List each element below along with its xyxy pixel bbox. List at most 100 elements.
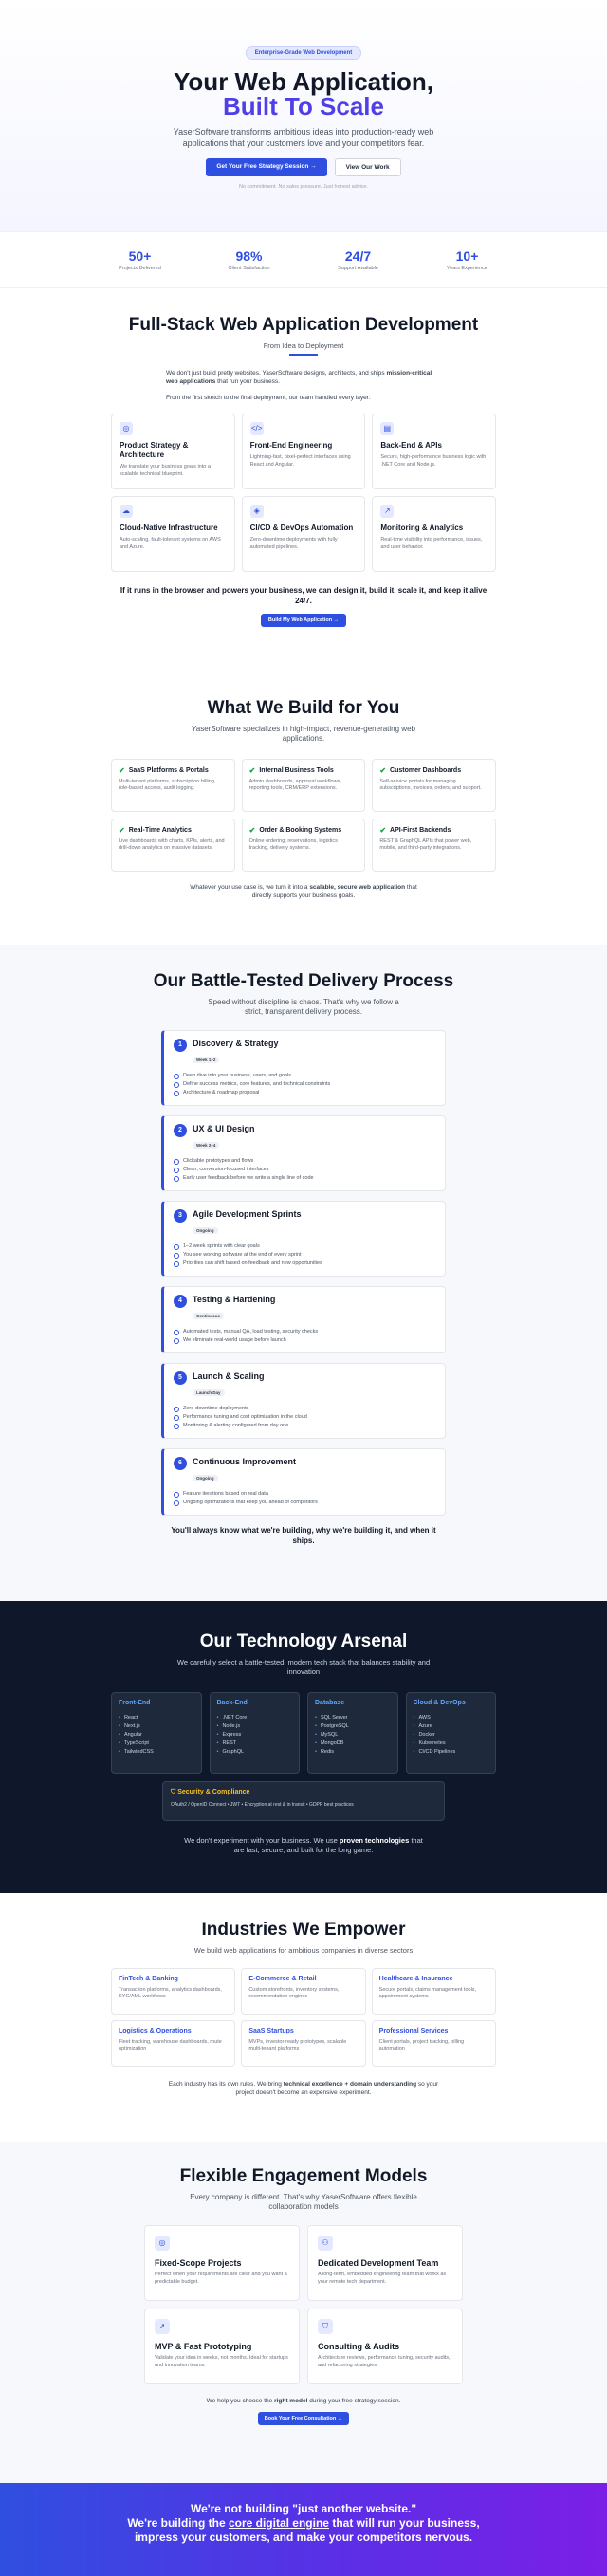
service-card-title: Front-End Engineering bbox=[249, 441, 333, 450]
engagement-card-title: Consulting & Audits bbox=[318, 2342, 400, 2351]
step-heading: Continuous Improvement Ongoing bbox=[193, 1457, 296, 1484]
circle-icon bbox=[174, 1500, 179, 1506]
engagement-card: ◎ Fixed-Scope Projects Perfect when your r… bbox=[144, 2225, 300, 2301]
circle-icon bbox=[174, 1423, 179, 1429]
service-card-title: CI/CD & DevOps Automation bbox=[249, 524, 354, 532]
tech-item: Azure bbox=[414, 1722, 489, 1731]
build-card: ✔ Customer Dashboards Self-service portals… bbox=[372, 759, 496, 812]
tech-item: AWS bbox=[414, 1714, 489, 1722]
step-heading: UX & UI Design Week 2–4 bbox=[193, 1124, 255, 1151]
step-title: Testing & Hardening bbox=[193, 1295, 276, 1304]
tech-column: Back-End .NET CoreNode.jsExpressRESTGraph… bbox=[209, 1692, 300, 1774]
fullstack-section: Full-Stack Web Application Development F… bbox=[0, 288, 607, 672]
step-item-text: Ongoing optimizations that keep you ahea… bbox=[183, 1500, 318, 1505]
industries-closing: Each industry has its own rules. We brin… bbox=[166, 2080, 441, 2097]
step-item-text: Feature iterations based on real data bbox=[183, 1491, 268, 1497]
circle-icon bbox=[174, 1260, 179, 1267]
build-card-desc: REST & GraphQL APIs that power web, mobi… bbox=[379, 838, 472, 851]
tech-item: CI/CD Pipelines bbox=[414, 1748, 489, 1757]
security-card: ⛉ Security & Compliance OAuth2 / OpenID … bbox=[162, 1781, 445, 1821]
build-card-desc: Admin dashboards, approval workflows, re… bbox=[248, 779, 341, 791]
view-work-button[interactable]: View Our Work bbox=[334, 158, 401, 176]
process-step: 5 Launch & Scaling Launch Day Zero-downt… bbox=[161, 1363, 446, 1439]
step-heading: Launch & Scaling Launch Day bbox=[193, 1371, 265, 1399]
build-title: What We Build for You bbox=[207, 698, 400, 718]
hero-section: Enterprise-Grade Web Development Your We… bbox=[0, 0, 607, 231]
tech-list: SQL ServerPostgreSQLMySQLMongoDBRedis bbox=[315, 1714, 391, 1757]
tech-item: SQL Server bbox=[315, 1714, 391, 1722]
step-heading: Discovery & Strategy Week 1–2 bbox=[193, 1039, 279, 1066]
build-closing: Whatever your use case is, we turn it in… bbox=[180, 883, 427, 900]
industry-desc: Transaction platforms, analytics dashboa… bbox=[119, 1987, 222, 1999]
build-card-desc: Self-service portals for managing subscr… bbox=[379, 779, 482, 791]
hero-subtitle: YaserSoftware transforms ambitious ideas… bbox=[173, 127, 434, 148]
cta-underline: core digital engine bbox=[228, 2516, 329, 2530]
engagement-card-desc: Architecture reviews, performance tuning… bbox=[318, 2355, 451, 2368]
stat-value: 98% bbox=[235, 248, 263, 264]
service-card-title: Monitoring & Analytics bbox=[380, 524, 464, 532]
build-app-button[interactable]: Build My Web Application → bbox=[261, 614, 346, 627]
tech-item: PostgreSQL bbox=[315, 1722, 391, 1731]
tech-item: TypeScript bbox=[119, 1739, 194, 1748]
process-closing: You'll always know what we're building, … bbox=[171, 1526, 436, 1545]
strategy-session-button[interactable]: Get Your Free Strategy Session → bbox=[206, 158, 327, 176]
step-item-text: Monitoring & alerting configured from da… bbox=[183, 1423, 289, 1428]
build-card: ✔ API-First Backends REST & GraphQL APIs t… bbox=[372, 819, 496, 872]
stat-label: Support Available bbox=[338, 266, 378, 271]
analytics-icon: ↗ bbox=[380, 505, 395, 518]
step-item: Performance tuning and cost optimization… bbox=[174, 1413, 437, 1422]
step-item-text: Clickable prototypes and flows bbox=[183, 1158, 254, 1164]
circle-icon bbox=[174, 1491, 179, 1498]
stat-value: 10+ bbox=[455, 248, 479, 264]
circle-icon bbox=[174, 1167, 179, 1173]
step-item: Priorities can shift based on feedback a… bbox=[174, 1260, 437, 1268]
check-icon: ✔ bbox=[379, 826, 387, 835]
step-item: Ongoing optimizations that keep you ahea… bbox=[174, 1499, 437, 1507]
build-card-desc: Online ordering, reservations, logistics… bbox=[248, 838, 338, 851]
step-item: Clickable prototypes and flows bbox=[174, 1157, 437, 1166]
security-title: ⛉ Security & Compliance bbox=[171, 1789, 436, 1796]
hero-pill: Enterprise-Grade Web Development bbox=[245, 46, 362, 60]
check-icon: ✔ bbox=[119, 826, 125, 835]
strategy-icon: ◎ bbox=[120, 422, 133, 435]
engagement-card-title: MVP & Fast Prototyping bbox=[155, 2342, 252, 2351]
industry-desc: Fleet tracking, warehouse dashboards, ro… bbox=[119, 2039, 222, 2052]
tech-list: ReactNext.jsAngularTypeScriptTailwindCSS bbox=[119, 1714, 194, 1757]
circle-icon bbox=[174, 1158, 179, 1165]
fullstack-subtitle: From Idea to Deployment bbox=[263, 341, 344, 350]
build-card-title: ✔ Internal Business Tools bbox=[249, 766, 359, 775]
build-card-title: ✔ Order & Booking Systems bbox=[249, 826, 359, 835]
fullstack-title: Full-Stack Web Application Development bbox=[128, 315, 479, 335]
engagement-cards: ◎ Fixed-Scope Projects Perfect when your r… bbox=[144, 2225, 463, 2384]
hero-buttons: Get Your Free Strategy Session → View Ou… bbox=[0, 158, 607, 176]
tech-column: Database SQL ServerPostgreSQLMySQLMongoDB… bbox=[307, 1692, 398, 1774]
team-icon: ⚇ bbox=[318, 2236, 333, 2251]
industry-desc: MVPs, investor-ready prototypes, scalabl… bbox=[248, 2039, 347, 2052]
intro-text: We don't just build pretty websites. Yas… bbox=[166, 370, 387, 377]
service-card: ☁ Cloud-Native Infrastructure Auto-scali… bbox=[111, 496, 235, 572]
circle-icon bbox=[174, 1081, 179, 1088]
security-text: OAuth2 / OpenID Connect • JWT • Encrypti… bbox=[171, 1802, 354, 1808]
service-card-desc: Real-time visibility into performance, i… bbox=[380, 537, 483, 550]
step-header: 6 Continuous Improvement Ongoing bbox=[174, 1457, 437, 1484]
build-card-title-text: Real-Time Analytics bbox=[128, 827, 192, 834]
step-item: Clean, conversion-focused interfaces bbox=[174, 1166, 437, 1174]
tech-item: Redis bbox=[315, 1748, 391, 1757]
shield-icon: ⛉ bbox=[318, 2319, 333, 2334]
stat-label: Years Experience bbox=[447, 266, 487, 271]
target-icon: ◎ bbox=[155, 2236, 170, 2251]
service-card: ↗ Monitoring & Analytics Real-time visib… bbox=[372, 496, 496, 572]
circle-icon bbox=[174, 1414, 179, 1421]
book-consultation-button[interactable]: Book Your Free Consultation → bbox=[258, 2412, 349, 2425]
build-card-title: ✔ SaaS Platforms & Portals bbox=[119, 766, 228, 775]
check-icon: ✔ bbox=[119, 766, 125, 775]
step-heading: Testing & Hardening Continuous bbox=[193, 1295, 275, 1322]
step-header: 3 Agile Development Sprints Ongoing bbox=[174, 1209, 437, 1237]
step-item: Feature iterations based on real data bbox=[174, 1490, 437, 1499]
intro-text: that run your business. bbox=[215, 378, 280, 385]
step-item-text: We eliminate real-world usage before lau… bbox=[183, 1337, 286, 1343]
circle-icon bbox=[174, 1337, 179, 1344]
engagement-closing: We help you choose the right model durin… bbox=[0, 2398, 607, 2404]
step-list: Clickable prototypes and flows Clean, con… bbox=[174, 1157, 437, 1183]
industry-title: Healthcare & Insurance bbox=[378, 1976, 453, 1982]
